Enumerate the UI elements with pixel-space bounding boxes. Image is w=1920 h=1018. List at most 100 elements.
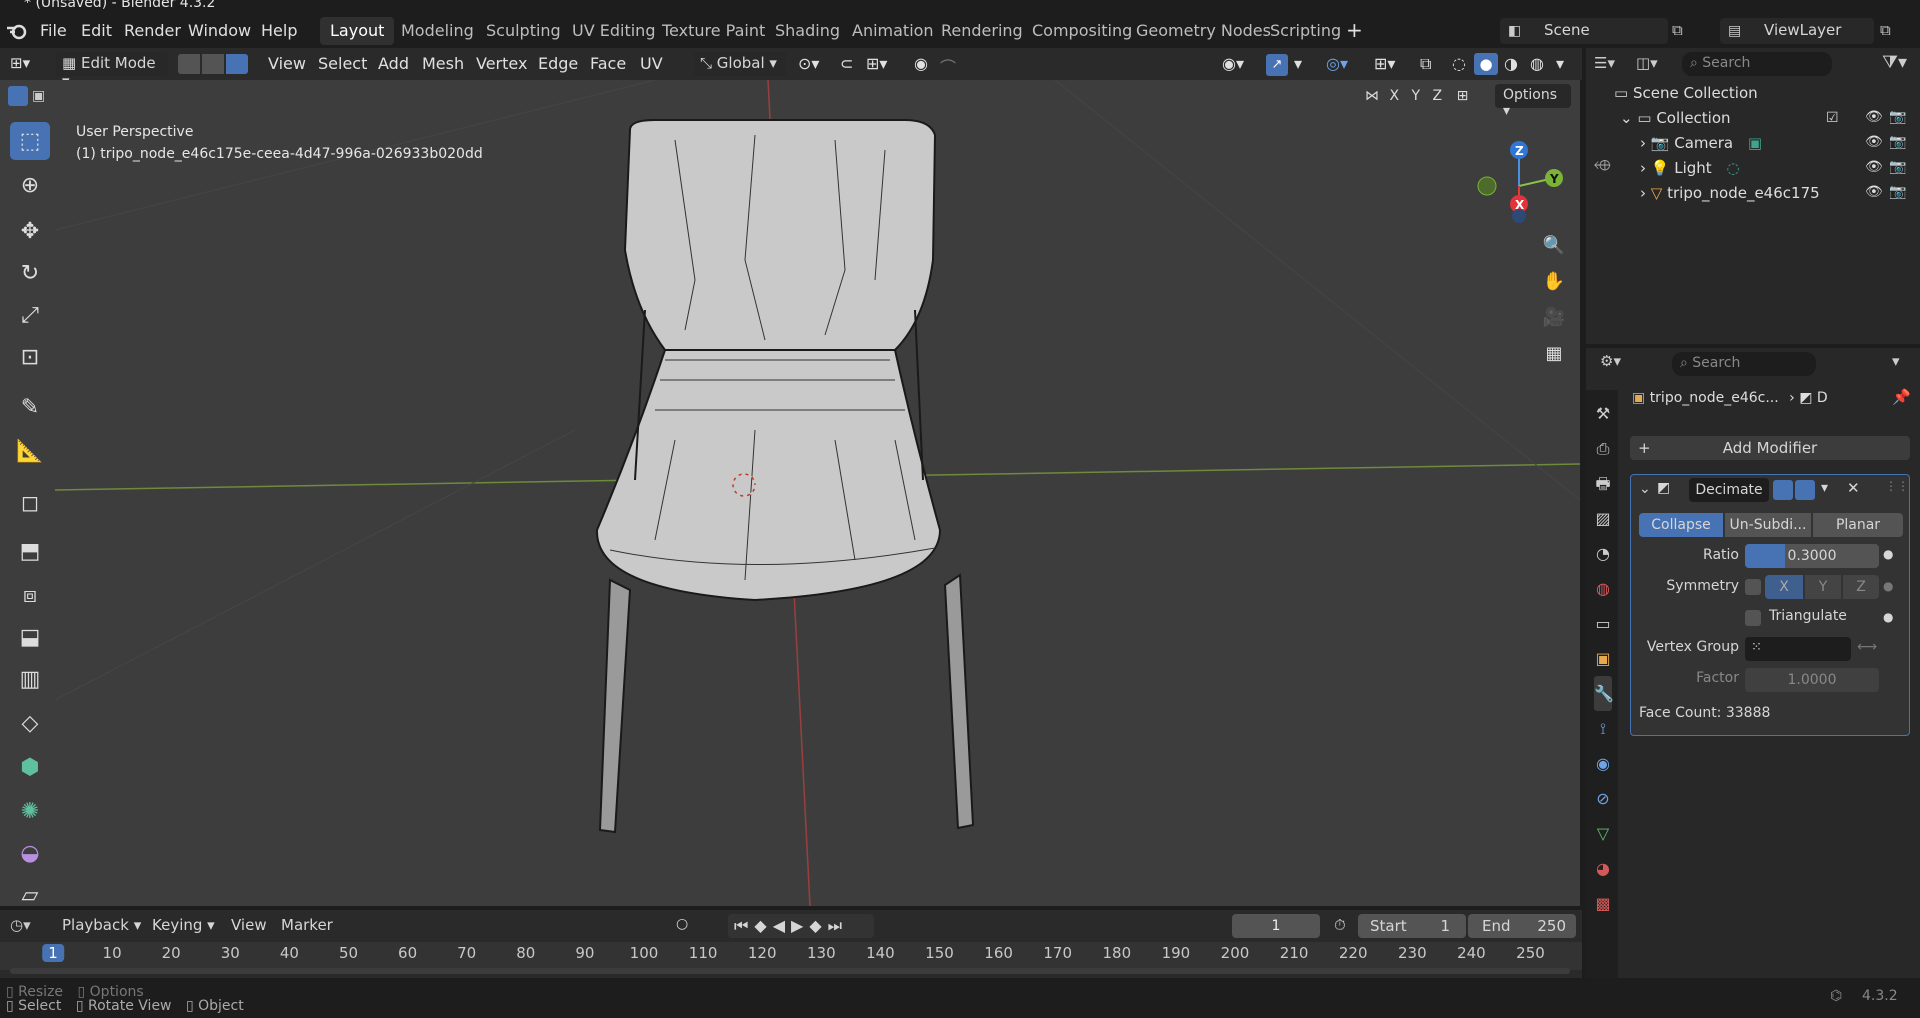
overlays-icon[interactable]: ◎▾ xyxy=(1326,54,1348,73)
eye-icon[interactable]: 👁 xyxy=(1865,159,1883,175)
jump-end-icon[interactable]: ⏭ xyxy=(828,916,848,935)
axis-y-toggle[interactable]: Y xyxy=(1412,88,1421,104)
rotate-tool-icon[interactable]: ↻ xyxy=(10,254,50,292)
transform-orientation-selector[interactable]: ⤡ Global ▾ xyxy=(694,52,786,76)
current-frame-field[interactable]: 1 xyxy=(1232,914,1320,938)
vertex-group-field[interactable]: ⁙ xyxy=(1745,637,1851,661)
tab-compositing[interactable]: Compositing xyxy=(1022,17,1142,45)
auto-merge-icon[interactable]: ⊞ xyxy=(1457,88,1469,104)
visibility-icon[interactable]: ◉▾ xyxy=(1222,54,1244,73)
mode-planar-tab[interactable]: Planar xyxy=(1813,513,1903,537)
expand-icon[interactable]: › xyxy=(1640,184,1646,202)
annotate-tool-icon[interactable]: ✎ xyxy=(10,388,50,426)
physics-tab-icon[interactable]: ◉ xyxy=(1594,746,1612,781)
3d-viewport[interactable]: User Perspective (1) tripo_node_e46c175e… xyxy=(55,80,1580,906)
jump-start-icon[interactable]: ⏮ xyxy=(734,916,754,935)
menu-timeline-view[interactable]: View xyxy=(231,916,267,934)
display-mode-icon[interactable]: ◫▾ xyxy=(1636,54,1658,72)
ortho-grid-icon[interactable]: ▦ xyxy=(1537,336,1571,370)
scale-tool-icon[interactable]: ⤢ xyxy=(10,296,50,334)
outliner-item-mesh[interactable]: › ▽ tripo_node_e46c175e xyxy=(1640,184,1820,202)
falloff-icon[interactable]: ⌒ xyxy=(940,54,956,78)
drag-handle-icon[interactable]: ⋮⋮ xyxy=(1885,479,1909,493)
tab-rendering[interactable]: Rendering xyxy=(931,17,1033,45)
menu-file[interactable]: File xyxy=(40,21,67,40)
checkbox-icon[interactable]: ☑ xyxy=(1826,110,1839,126)
outliner-item-light[interactable]: › 💡 Light ◌ xyxy=(1640,159,1740,177)
axis-z-toggle[interactable]: Z xyxy=(1433,88,1443,104)
select-new-icon[interactable] xyxy=(8,86,28,106)
scene-collection-row[interactable]: ▭ Scene Collection xyxy=(1614,84,1758,102)
particles-tab-icon[interactable]: ⟟ xyxy=(1594,711,1612,746)
render-camera-icon[interactable]: 📷 xyxy=(1889,184,1906,200)
eye-icon[interactable]: 👁 xyxy=(1865,134,1883,150)
loop-cut-tool-icon[interactable]: ▥ xyxy=(10,660,50,698)
shear-tool-icon[interactable]: ▱ xyxy=(10,876,50,914)
outliner-search-input[interactable]: ⌕ Search xyxy=(1682,52,1832,76)
play-reverse-icon[interactable]: ◀ xyxy=(773,916,791,935)
menu-add[interactable]: Add xyxy=(378,54,409,73)
edit-mode-display-icon[interactable] xyxy=(1773,480,1793,500)
gizmo-toggle-icon[interactable]: ↗ xyxy=(1266,54,1288,76)
expand-icon[interactable]: › xyxy=(1640,134,1646,152)
poly-build-tool-icon[interactable]: ⬢ xyxy=(10,748,50,786)
menu-window[interactable]: Window xyxy=(188,21,251,40)
scene-selector[interactable]: ◧ Scene xyxy=(1500,18,1668,44)
bevel-tool-icon[interactable]: ⬓ xyxy=(10,618,50,656)
expand-icon[interactable]: › xyxy=(1640,159,1646,177)
render-camera-icon[interactable]: 📷 xyxy=(1889,109,1906,125)
camera-data-icon[interactable]: ▣ xyxy=(1748,134,1762,152)
material-tab-icon[interactable]: ◕ xyxy=(1594,851,1612,886)
rendered-shading-icon[interactable]: ◍ xyxy=(1530,54,1544,73)
triangulate-checkbox[interactable] xyxy=(1745,610,1761,626)
menu-vertex[interactable]: Vertex xyxy=(476,54,527,73)
invert-icon[interactable]: ⟷ xyxy=(1857,639,1877,655)
render-camera-icon[interactable]: 📷 xyxy=(1889,159,1906,175)
menu-select[interactable]: Select xyxy=(318,54,367,73)
edge-select-icon[interactable] xyxy=(202,54,224,74)
light-data-icon[interactable]: ◌ xyxy=(1726,159,1739,177)
object-tab-icon[interactable]: ▣ xyxy=(1594,641,1612,676)
auto-key-icon[interactable]: ○ xyxy=(676,916,688,932)
symmetry-x-toggle[interactable]: X xyxy=(1765,575,1803,599)
measure-tool-icon[interactable]: 📐 xyxy=(10,432,50,470)
wireframe-shading-icon[interactable]: ◌ xyxy=(1452,54,1466,73)
next-keyframe-icon[interactable]: ◆ xyxy=(809,916,827,935)
view-layer-tab-icon[interactable]: ▨ xyxy=(1594,501,1612,536)
menu-view[interactable]: View xyxy=(268,54,306,73)
properties-options-icon[interactable]: ▾ xyxy=(1892,352,1900,370)
stopwatch-icon[interactable]: ⏱ xyxy=(1334,916,1346,934)
mirror-icon[interactable]: ⋈ xyxy=(1365,88,1379,104)
smooth-tool-icon[interactable]: ◒ xyxy=(10,834,50,872)
menu-face[interactable]: Face xyxy=(590,54,626,73)
outliner-sync-icon[interactable]: ⬲ xyxy=(1594,156,1611,174)
tab-shading[interactable]: Shading xyxy=(765,17,850,45)
zoom-icon[interactable]: 🔍 xyxy=(1537,228,1571,262)
factor-field[interactable]: 1.0000 xyxy=(1745,668,1879,692)
add-cube-tool-icon[interactable]: ◻ xyxy=(10,484,50,522)
properties-editor-icon[interactable]: ⚙▾ xyxy=(1600,352,1621,370)
play-icon[interactable]: ▶ xyxy=(791,916,809,935)
menu-render[interactable]: Render xyxy=(124,21,181,40)
collection-row[interactable]: ⌄ ▭ Collection xyxy=(1620,109,1731,127)
output-tab-icon[interactable]: 🖶 xyxy=(1594,466,1612,501)
data-tab-icon[interactable]: ▽ xyxy=(1594,816,1612,851)
render-display-icon[interactable] xyxy=(1795,480,1815,500)
pivot-point-icon[interactable]: ⊙▾ xyxy=(798,54,819,73)
tab-geometry-nodes[interactable]: Geometry Nodes xyxy=(1126,17,1281,45)
collection-tab-icon[interactable]: ▭ xyxy=(1594,606,1612,641)
end-frame-field[interactable]: End 250 xyxy=(1468,914,1576,938)
close-icon[interactable]: ✕ xyxy=(1847,479,1860,497)
keyframe-dot-icon[interactable]: ● xyxy=(1883,610,1893,624)
view-layer-selector[interactable]: ▤ ViewLayer xyxy=(1720,18,1874,44)
filter-icon[interactable]: ⧩▾ xyxy=(1882,52,1907,73)
mode-unsubdivide-tab[interactable]: Un-Subdi... xyxy=(1725,513,1811,537)
keyframe-dot-icon[interactable]: ● xyxy=(1883,579,1893,593)
shading-dropdown-icon[interactable]: ▾ xyxy=(1556,54,1564,73)
start-frame-field[interactable]: Start 1 xyxy=(1358,914,1466,938)
select-extend-icon[interactable]: ▣ xyxy=(32,88,45,104)
navigation-gizmo[interactable] xyxy=(1455,126,1565,236)
prev-keyframe-icon[interactable]: ◆ xyxy=(754,916,772,935)
new-view-layer-icon[interactable]: ⧉ xyxy=(1880,21,1891,39)
timeline-editor-icon[interactable]: ◷▾ xyxy=(10,916,31,934)
